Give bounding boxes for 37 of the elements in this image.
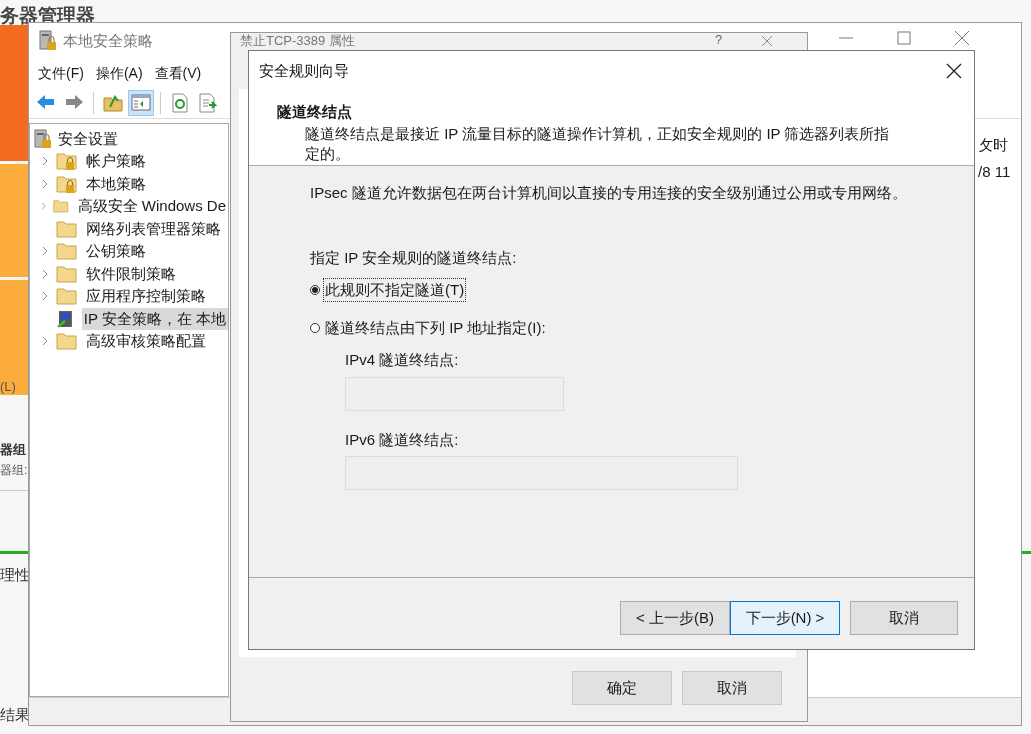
window-title: 本地安全策略 xyxy=(63,30,153,51)
button[interactable]: 下一步(N) > xyxy=(730,601,840,635)
table-cell-text: /8 11 xyxy=(978,162,1011,182)
button[interactable]: < 上一步(B) xyxy=(620,601,730,635)
section-label: 理性 xyxy=(0,565,30,585)
tree-item[interactable]: 安全设置 xyxy=(58,127,118,151)
radio-label[interactable]: 此规则不指定隧道(T) xyxy=(323,277,467,303)
column-header[interactable]: 攵时 xyxy=(978,134,1008,157)
button[interactable]: 取消 xyxy=(682,671,782,705)
tree-item[interactable]: IP 安全策略，在 本地 xyxy=(81,307,228,330)
field-label: IPv6 隧道终结点: xyxy=(345,429,460,450)
menu-item[interactable]: 文件(F) xyxy=(35,62,87,84)
help-button[interactable]: ? xyxy=(715,33,723,47)
heading: 隧道终结点 xyxy=(277,102,353,122)
tree-item[interactable]: 高级审核策略配置 xyxy=(84,330,208,353)
tree-item[interactable]: 软件限制策略 xyxy=(84,262,178,285)
group-title: 器组 xyxy=(0,441,26,459)
group-label: 器组: xyxy=(0,462,28,479)
tree-item[interactable]: 网络列表管理器策略 xyxy=(84,217,223,240)
description: 隧道终结点是最接近 IP 流量目标的隧道操作计算机，正如安全规则的 IP 筛选器列表所指定的。 xyxy=(305,123,891,164)
field-label: IPv4 隧道终结点: xyxy=(345,350,460,370)
dialog-title: 安全规则向导 xyxy=(259,60,349,81)
button[interactable]: 确定 xyxy=(572,671,672,705)
menu-item[interactable]: 操作(A) xyxy=(92,62,146,84)
button[interactable]: 取消 xyxy=(850,601,958,635)
menu-item[interactable]: 查看(V) xyxy=(151,62,205,84)
tile-label: (L) xyxy=(0,380,16,393)
footer-label: 结果 xyxy=(0,705,30,725)
radio-label[interactable]: 隧道终结点由下列 IP 地址指定(I): xyxy=(323,315,548,341)
tree-item[interactable]: 公钥策略 xyxy=(84,240,148,263)
tree-item[interactable]: 帐户策略 xyxy=(84,150,148,173)
tree-item[interactable]: 应用程序控制策略 xyxy=(84,285,208,308)
prompt-text: 指定 IP 安全规则的隧道终结点: xyxy=(310,247,518,268)
tree-item[interactable]: 高级安全 Windows De xyxy=(75,195,228,218)
intro-text: IPsec 隧道允许数据包在两台计算机间以直接的专用连接的安全级别通过公用或专用网络。 xyxy=(310,183,908,203)
tree-item[interactable]: 本地策略 xyxy=(84,172,148,195)
dialog-title: 禁止TCP-3389 属性 xyxy=(240,34,355,48)
